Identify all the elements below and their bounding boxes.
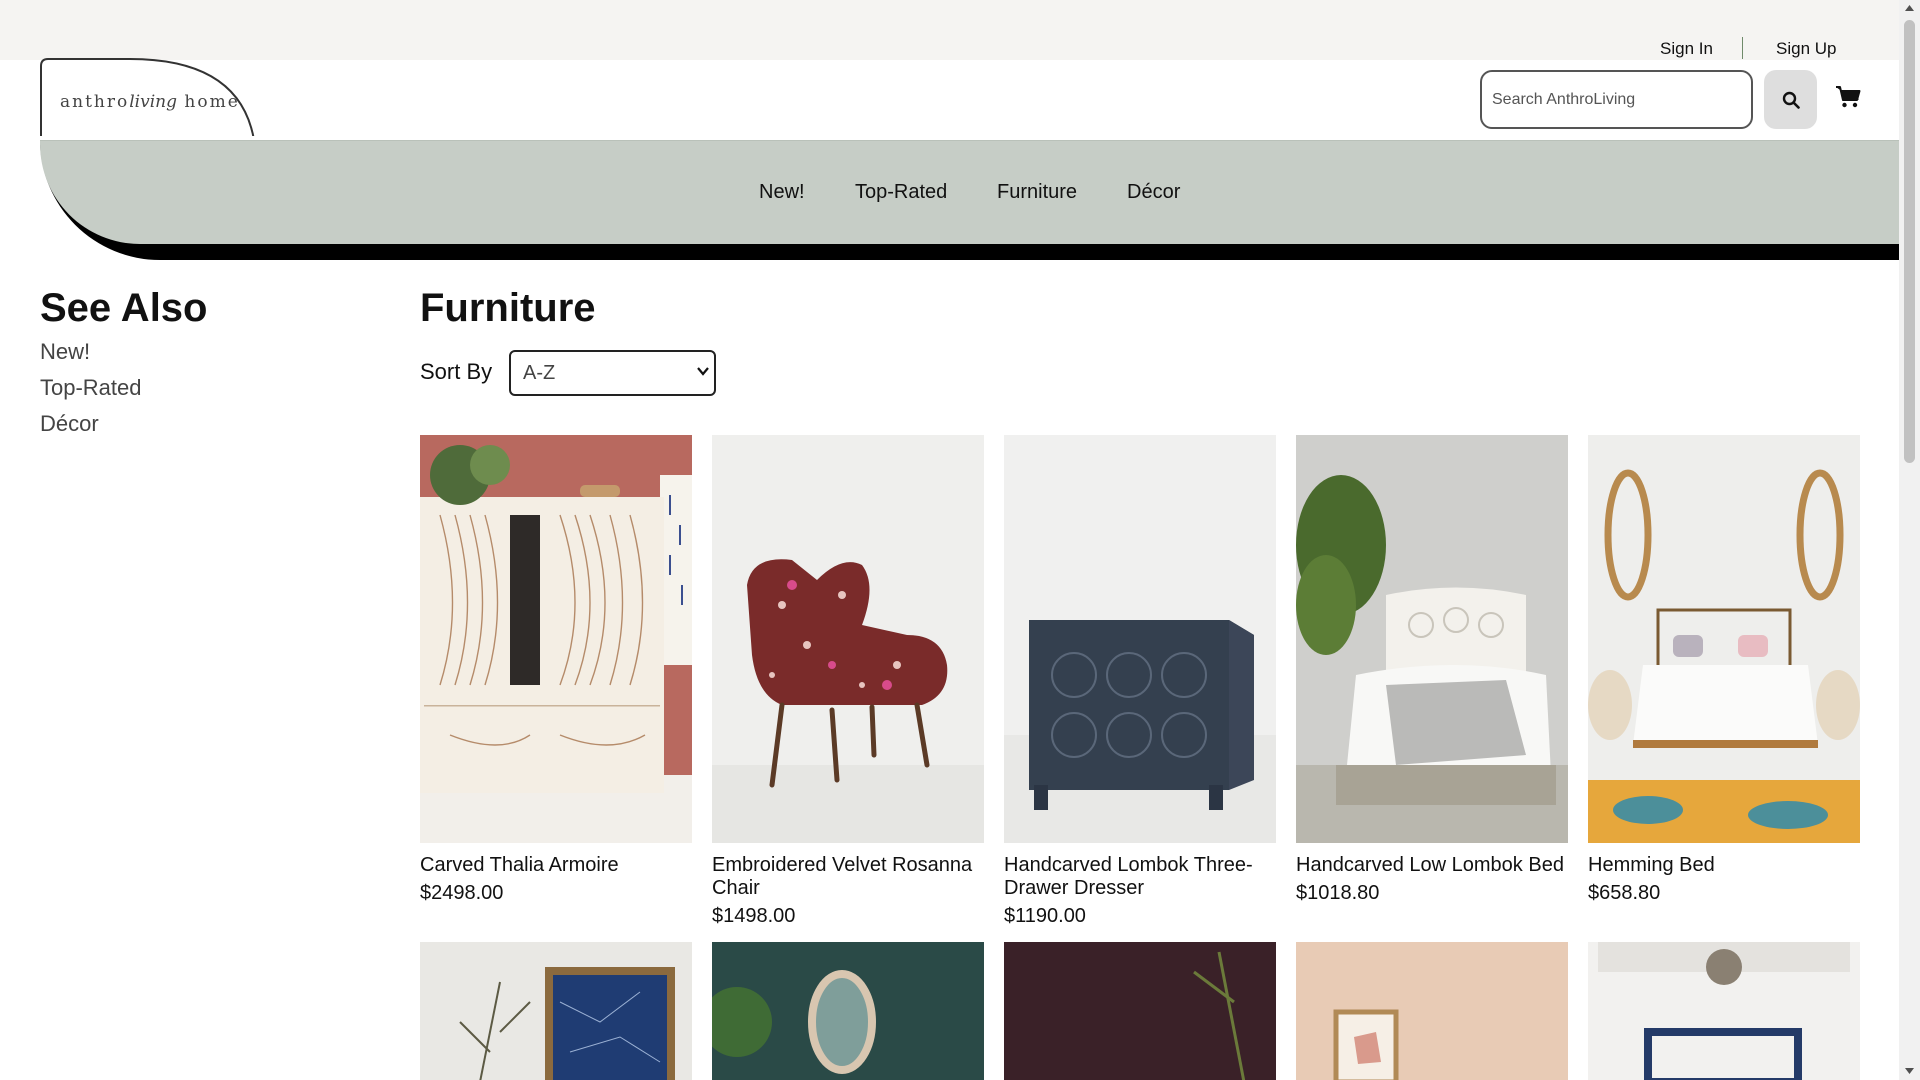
product-image[interactable]: [1296, 435, 1568, 843]
nav-item-top-rated[interactable]: Top-Rated: [855, 181, 947, 204]
header: anthroliving home: [0, 58, 1899, 140]
sign-in-link[interactable]: Sign In: [1660, 39, 1713, 59]
product-price: $2498.00: [420, 882, 504, 904]
product-name[interactable]: Handcarved Lombok Three-Drawer Dresser: [1004, 854, 1276, 900]
product-image[interactable]: [1004, 942, 1276, 1080]
sidebar-link-top-rated[interactable]: Top-Rated: [40, 375, 142, 401]
logo-word-home: home: [184, 92, 240, 112]
search-icon: [1782, 91, 1800, 109]
product-card[interactable]: Hemming Bed $658.80: [1588, 435, 1860, 905]
sort-label: Sort By: [420, 359, 493, 384]
logo[interactable]: anthroliving home: [60, 92, 240, 112]
product-card[interactable]: Handcarved Lombok Three-Drawer Dresser $…: [1004, 435, 1276, 928]
sidebar-title: See Also: [40, 286, 208, 330]
product-card[interactable]: [702, 942, 984, 1080]
nav-item-furniture[interactable]: Furniture: [997, 181, 1077, 204]
product-card[interactable]: Handcarved Low Lombok Bed $1018.80: [1296, 435, 1568, 905]
product-image[interactable]: [1588, 435, 1860, 843]
product-price: $1190.00: [1004, 905, 1086, 927]
product-image[interactable]: [1588, 942, 1860, 1080]
product-card[interactable]: [420, 942, 692, 1080]
product-name[interactable]: Handcarved Low Lombok Bed: [1296, 854, 1568, 877]
product-price: $1018.80: [1296, 882, 1380, 904]
utility-bar: Sign In Sign Up: [0, 0, 1899, 60]
product-name[interactable]: Hemming Bed: [1588, 854, 1860, 877]
main-nav: New! Top-Rated Furniture Décor: [40, 140, 1899, 244]
product-image[interactable]: [420, 435, 692, 843]
sign-up-link[interactable]: Sign Up: [1776, 39, 1836, 59]
product-price: $658.80: [1588, 882, 1661, 904]
product-image[interactable]: [712, 435, 984, 843]
scrollbar-thumb[interactable]: [1904, 20, 1915, 463]
product-price: $1498.00: [712, 905, 796, 927]
page-title: Furniture: [420, 286, 596, 330]
scroll-down-arrow-icon[interactable]: [1904, 1066, 1915, 1076]
product-card[interactable]: [1004, 942, 1276, 1080]
product-name[interactable]: Embroidered Velvet Rosanna Chair: [712, 854, 984, 900]
product-card[interactable]: [1296, 942, 1568, 1080]
logo-word-living: living: [129, 92, 177, 112]
sidebar-link-new[interactable]: New!: [40, 339, 90, 365]
utility-separator: [1742, 37, 1743, 59]
product-image[interactable]: [702, 942, 984, 1080]
sidebar-link-decor[interactable]: Décor: [40, 411, 99, 437]
nav-item-decor[interactable]: Décor: [1127, 181, 1180, 204]
product-card[interactable]: Carved Thalia Armoire $2498.00: [420, 435, 692, 905]
search-input[interactable]: [1480, 70, 1753, 129]
page-scrollbar[interactable]: [1899, 0, 1920, 1080]
scroll-up-arrow-icon[interactable]: [1904, 3, 1915, 13]
product-image[interactable]: [420, 942, 692, 1080]
logo-word-anthro: anthro: [60, 92, 130, 112]
sort-selected-value: A-Z: [523, 362, 556, 384]
product-image[interactable]: [1296, 942, 1568, 1080]
product-image[interactable]: [1004, 435, 1276, 843]
cart-icon[interactable]: [1835, 84, 1861, 110]
sort-select[interactable]: A-Z: [509, 350, 716, 396]
product-card[interactable]: Embroidered Velvet Rosanna Chair $1498.0…: [712, 435, 984, 928]
product-card[interactable]: [1588, 942, 1860, 1080]
nav-item-new[interactable]: New!: [759, 181, 805, 204]
product-name[interactable]: Carved Thalia Armoire: [420, 854, 692, 877]
search-button[interactable]: [1764, 70, 1817, 129]
